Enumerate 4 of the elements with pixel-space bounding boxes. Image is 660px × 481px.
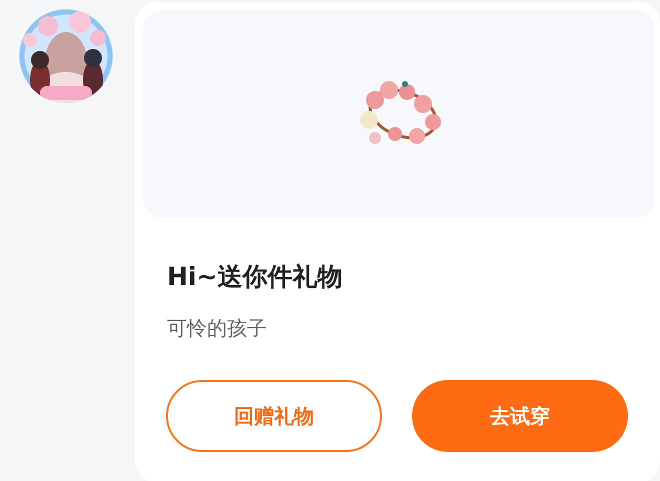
try-on-button[interactable]: 去试穿 — [412, 380, 628, 452]
return-gift-button[interactable]: 回赠礼物 — [166, 380, 382, 452]
gift-message: 可怜的孩子 — [167, 315, 268, 342]
gift-title: Hi~送你件礼物 — [167, 261, 344, 293]
